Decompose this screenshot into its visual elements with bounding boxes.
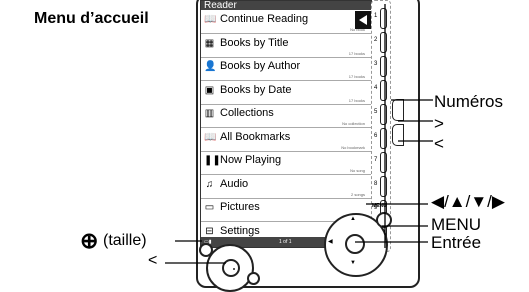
arrows-callout: ◀/▲/▼/▶ <box>431 192 505 211</box>
entree-callout: Entrée <box>431 233 482 252</box>
zoom-icon: ⊕ <box>80 228 99 253</box>
size-callout: (taille) <box>103 232 147 249</box>
next-callout: > <box>434 114 444 133</box>
numeros-callout: Numéros <box>434 92 503 111</box>
bookmark-button[interactable] <box>247 272 260 285</box>
left-prev-callout: < <box>148 252 158 269</box>
prev-callout: < <box>434 134 444 153</box>
menu-callout: MENU <box>431 215 482 234</box>
